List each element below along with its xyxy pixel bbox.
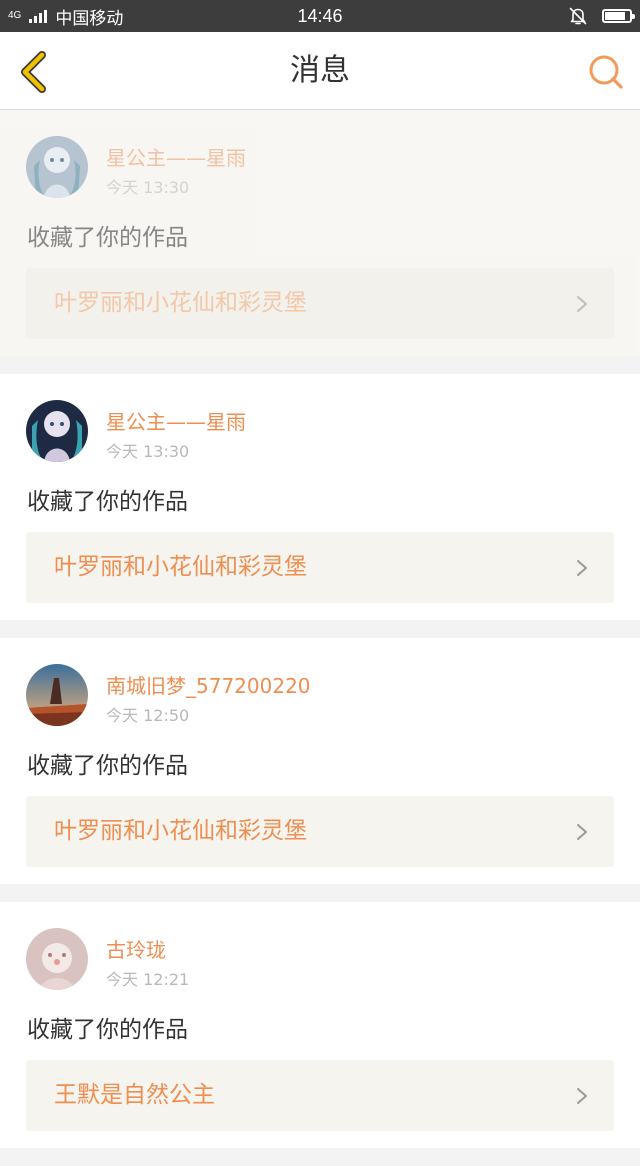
message-action: 收藏了你的作品 xyxy=(27,225,188,251)
work-title: 王默是自然公主 xyxy=(54,1082,215,1108)
battery-icon xyxy=(602,9,635,23)
search-icon[interactable] xyxy=(586,52,626,92)
status-time: 14:46 xyxy=(297,6,343,26)
message-card: 星公主——星雨 今天 13:30 收藏了你的作品 叶罗丽和小花仙和彩灵堡 xyxy=(0,110,640,356)
chevron-right-icon xyxy=(577,560,587,576)
avatar[interactable] xyxy=(26,664,88,726)
message-card: 古玲珑 今天 12:21 收藏了你的作品 王默是自然公主 xyxy=(0,902,640,1148)
battery-level xyxy=(605,12,625,20)
message-time: 今天 13:30 xyxy=(106,442,190,461)
message-action: 收藏了你的作品 xyxy=(27,1017,188,1043)
chevron-right-icon xyxy=(577,296,587,312)
page-title: 消息 xyxy=(290,53,350,88)
chevron-right-icon xyxy=(577,1088,587,1104)
work-link[interactable]: 叶罗丽和小花仙和彩灵堡 xyxy=(26,268,614,339)
header: 消息 xyxy=(0,32,640,110)
mute-bell-icon xyxy=(569,7,587,25)
username[interactable]: 星公主——星雨 xyxy=(106,142,246,171)
username[interactable]: 星公主——星雨 xyxy=(106,406,246,435)
work-link[interactable]: 王默是自然公主 xyxy=(26,1060,614,1131)
message-list: 星公主——星雨 今天 13:30 收藏了你的作品 叶罗丽和小花仙和彩灵堡 星公主… xyxy=(0,110,640,1166)
username[interactable]: 古玲珑 xyxy=(106,934,166,963)
work-link[interactable]: 叶罗丽和小花仙和彩灵堡 xyxy=(26,532,614,603)
message-card: 星公主——星雨 今天 13:30 收藏了你的作品 叶罗丽和小花仙和彩灵堡 xyxy=(0,374,640,620)
work-title: 叶罗丽和小花仙和彩灵堡 xyxy=(54,290,307,316)
avatar[interactable] xyxy=(26,400,88,462)
username[interactable]: 南城旧梦_577200220 xyxy=(106,670,311,699)
work-link[interactable]: 叶罗丽和小花仙和彩灵堡 xyxy=(26,796,614,867)
message-time: 今天 12:21 xyxy=(106,970,190,989)
status-bar: 4G 中国移动 14:46 xyxy=(0,0,640,32)
work-title: 叶罗丽和小花仙和彩灵堡 xyxy=(54,818,307,844)
message-card: 南城旧梦_577200220 今天 12:50 收藏了你的作品 叶罗丽和小花仙和… xyxy=(0,638,640,884)
chevron-right-icon xyxy=(577,824,587,840)
message-time: 今天 13:30 xyxy=(106,178,190,197)
avatar[interactable] xyxy=(26,136,88,198)
message-action: 收藏了你的作品 xyxy=(27,753,188,779)
message-time: 今天 12:50 xyxy=(106,706,190,725)
avatar[interactable] xyxy=(26,928,88,990)
work-title: 叶罗丽和小花仙和彩灵堡 xyxy=(54,554,307,580)
message-action: 收藏了你的作品 xyxy=(27,489,188,515)
status-right xyxy=(568,0,635,32)
